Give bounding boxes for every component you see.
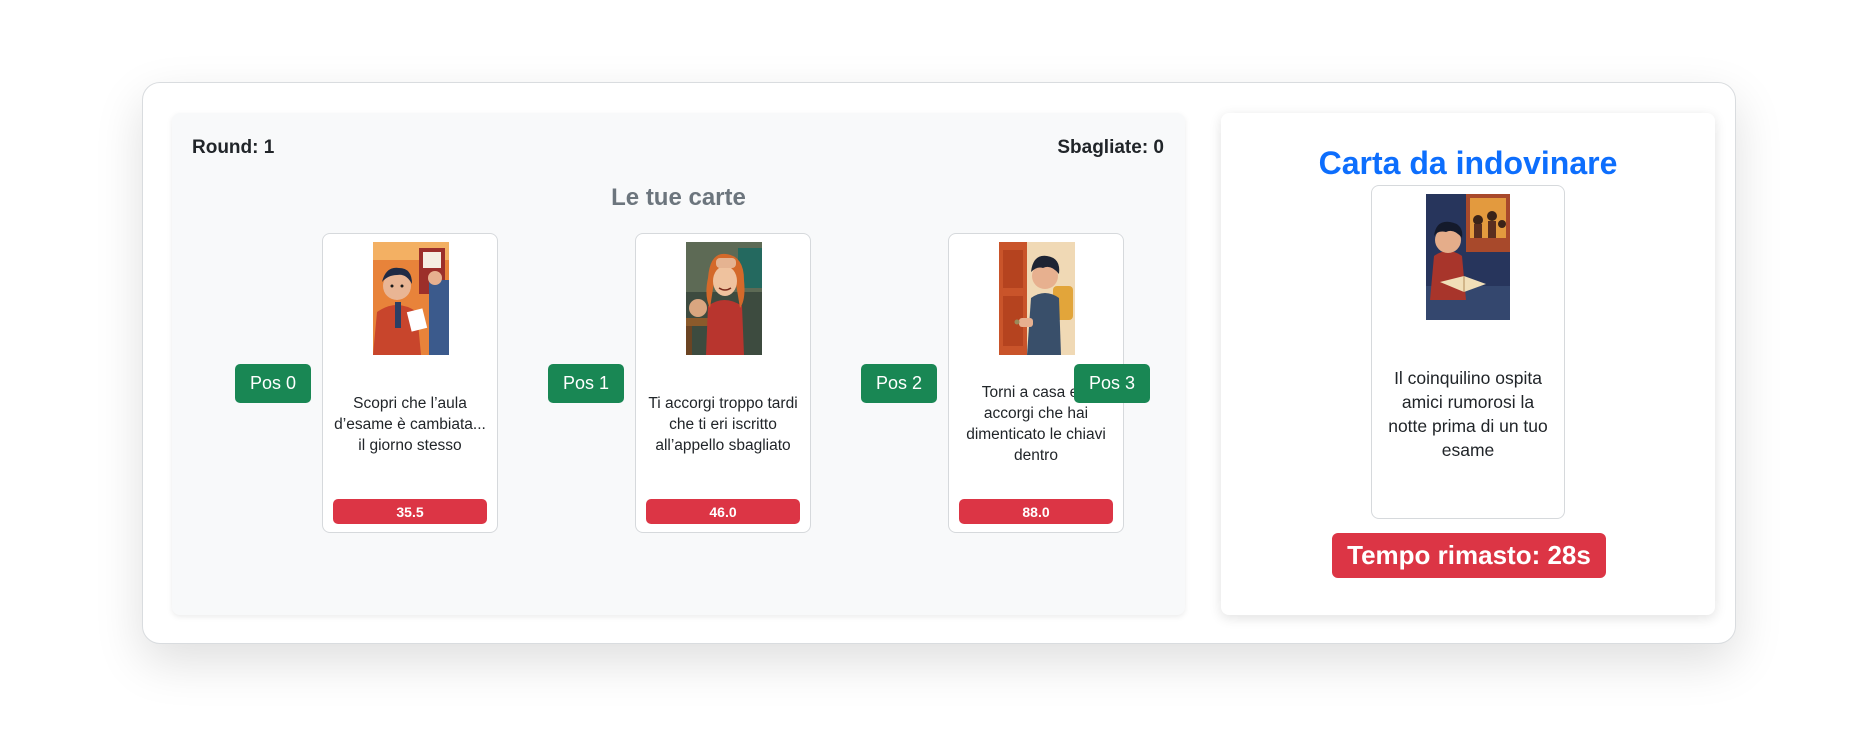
position-button-0[interactable]: Pos 0 [235, 364, 311, 403]
card-description: Ti accorgi troppo tardi che ti eri iscri… [648, 394, 798, 454]
hand-panel: Round: 1 Sbagliate: 0 Le tue carte Pos 0… [172, 113, 1185, 615]
target-title: Carta da indovinare [1318, 145, 1618, 181]
target-card-description: Il coinquilino ospita amici rumorosi la … [1388, 368, 1548, 460]
card-description: Scopri che l’aula d’esame è cambiata... … [334, 394, 486, 454]
wrong-counter: Sbagliate: 0 [1057, 137, 1164, 158]
card-illustration [1426, 194, 1510, 320]
card-illustration [999, 242, 1075, 355]
countdown-timer: Tempo rimasto: 28s [1332, 533, 1606, 578]
game-container: Round: 1 Sbagliate: 0 Le tue carte Pos 0… [142, 82, 1736, 644]
hand-title: Le tue carte [611, 184, 746, 211]
hand-card-0: Scopri che l’aula d’esame è cambiata... … [322, 233, 498, 533]
target-panel: Carta da indovinare Il coinquilino ospit… [1221, 113, 1715, 615]
card-value-badge: 46.0 [646, 499, 800, 524]
position-button-2[interactable]: Pos 2 [861, 364, 937, 403]
card-value-badge: 88.0 [959, 499, 1113, 524]
target-card: Il coinquilino ospita amici rumorosi la … [1371, 185, 1565, 519]
position-button-1[interactable]: Pos 1 [548, 364, 624, 403]
hand-card-1: Ti accorgi troppo tardi che ti eri iscri… [635, 233, 811, 533]
round-counter: Round: 1 [192, 137, 275, 158]
card-illustration [373, 242, 449, 355]
card-value-badge: 35.5 [333, 499, 487, 524]
position-button-3[interactable]: Pos 3 [1074, 364, 1150, 403]
card-illustration [686, 242, 762, 355]
